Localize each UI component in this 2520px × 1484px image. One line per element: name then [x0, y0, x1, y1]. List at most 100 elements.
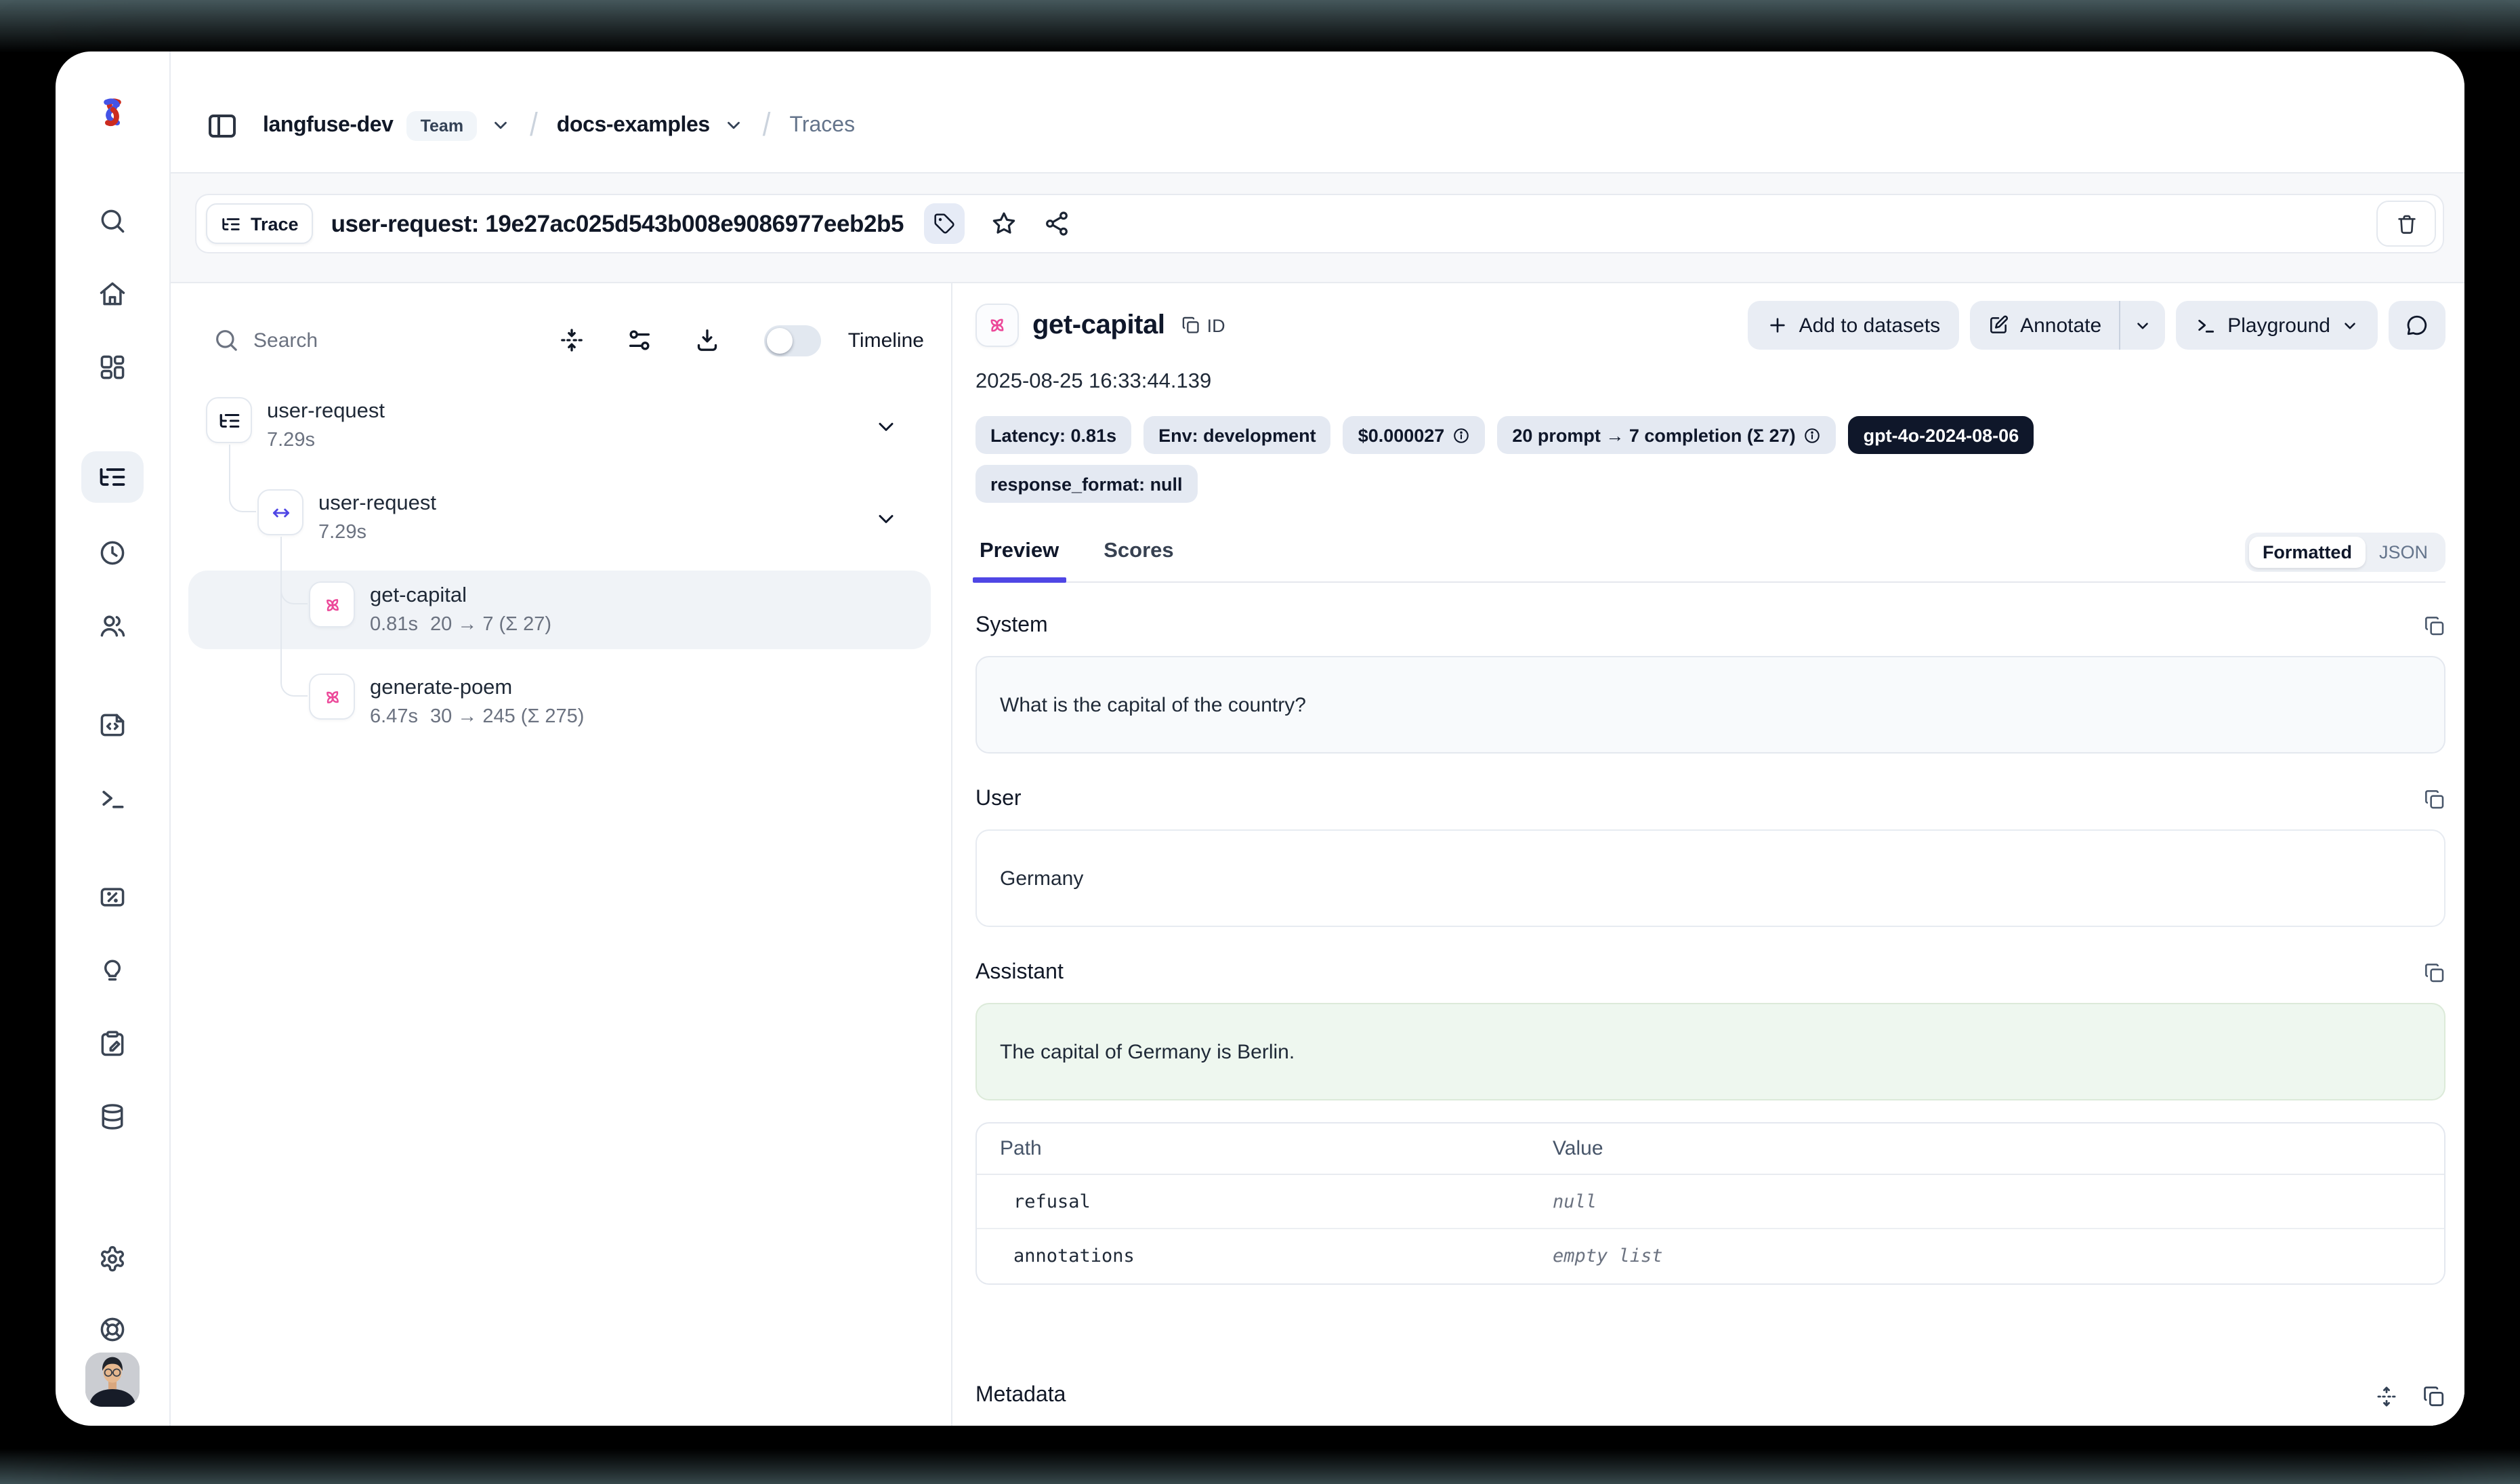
observation-detail-panel: get-capital ID Add to datasets	[952, 283, 2464, 1426]
project-type-badge: Team	[407, 110, 477, 140]
tree-settings-icon[interactable]	[626, 327, 653, 354]
tree-icon	[221, 213, 241, 234]
breadcrumb-separator: /	[757, 106, 776, 144]
chevron-down-icon[interactable]	[874, 507, 898, 531]
sidebar-item-playground[interactable]	[98, 783, 127, 813]
copy-icon[interactable]	[2424, 789, 2445, 810]
sidebar-item-dashboards[interactable]	[98, 352, 127, 382]
sidebar-toggle-icon[interactable]	[206, 109, 238, 142]
sidebar-item-users[interactable]	[98, 611, 127, 641]
trace-type-label: Trace	[251, 213, 299, 234]
info-icon	[1452, 426, 1470, 444]
expand-vertical-icon[interactable]	[2375, 1384, 2398, 1407]
tab-preview[interactable]: Preview	[975, 539, 1063, 581]
comment-icon	[2405, 313, 2429, 337]
share-icon[interactable]	[1043, 210, 1070, 237]
breadcrumb-page[interactable]: Traces	[789, 113, 855, 138]
tree-row-duration: 6.47s	[370, 703, 418, 730]
chevron-down-icon	[2341, 316, 2359, 334]
table-cell-value: null	[1553, 1191, 2444, 1212]
observation-badges: Latency: 0.81s Env: development $0.00002…	[975, 416, 2195, 503]
table-cell-path: annotations	[977, 1245, 1553, 1267]
search-icon	[213, 327, 240, 354]
tree-row-duration: 0.81s	[370, 611, 418, 638]
cost-badge[interactable]: $0.000027	[1343, 416, 1486, 454]
sidebar-item-insights[interactable]	[98, 955, 127, 985]
tree-row-duration: 7.29s	[267, 427, 315, 454]
playground-button[interactable]: Playground	[2176, 301, 2378, 350]
tree-row-span[interactable]: user-request 7.29s	[188, 478, 931, 557]
trace-title-bar: Trace user-request: 19e27ac025d543b008e9…	[195, 194, 2444, 253]
download-icon[interactable]	[694, 327, 721, 354]
model-badge[interactable]: gpt-4o-2024-08-06	[1849, 416, 2034, 454]
span-icon	[257, 489, 303, 535]
chevron-down-icon[interactable]	[874, 415, 898, 439]
tree-row-trace[interactable]: user-request 7.29s	[188, 386, 931, 465]
tree-toolbar: Timeline	[171, 313, 951, 367]
generation-icon	[975, 304, 1019, 347]
terminal-icon	[2195, 314, 2217, 336]
metadata-title: Metadata	[975, 1384, 1066, 1408]
breadcrumb-project[interactable]: langfuse-dev	[263, 113, 394, 138]
copy-id-button[interactable]: ID	[1181, 315, 1225, 335]
copy-icon[interactable]	[2424, 615, 2445, 637]
page-content: Trace user-request: 19e27ac025d543b008e9…	[171, 173, 2464, 1426]
collapse-all-icon[interactable]	[558, 327, 585, 354]
observation-tree-panel: Timeline user-request 7.29s	[171, 283, 952, 1426]
delete-trace-button[interactable]	[2376, 201, 2436, 247]
timeline-label: Timeline	[848, 329, 924, 352]
sidebar-item-home[interactable]	[98, 279, 127, 309]
observation-tree: user-request 7.29s user-request 7	[171, 386, 951, 755]
sidebar-rail	[56, 51, 171, 1426]
panels: Timeline user-request 7.29s	[171, 282, 2464, 1426]
message-content: The capital of Germany is Berlin.	[975, 1003, 2445, 1100]
tree-row-name: get-capital	[370, 581, 551, 610]
comments-button[interactable]	[2389, 301, 2445, 350]
search-input[interactable]	[253, 329, 518, 352]
detail-header: get-capital ID Add to datasets	[975, 300, 2445, 351]
sidebar-item-support[interactable]	[98, 1315, 127, 1344]
chevron-down-icon[interactable]	[490, 115, 511, 136]
tag-icon[interactable]	[924, 203, 965, 244]
message-content: What is the capital of the country?	[975, 656, 2445, 754]
tab-scores[interactable]: Scores	[1099, 539, 1177, 581]
sidebar-item-annotations[interactable]	[98, 1029, 127, 1058]
response-format-badge: response_format: null	[975, 465, 1198, 503]
table-cell-value: empty list	[1553, 1245, 2444, 1267]
section-title: Assistant	[975, 961, 1064, 985]
annotate-button[interactable]: Annotate	[1970, 301, 2119, 350]
info-icon	[1804, 426, 1822, 444]
token-usage-badge[interactable]: 20 prompt → 7 completion (Σ 27)	[1497, 416, 1836, 454]
copy-icon	[1181, 316, 1200, 335]
sidebar-item-settings[interactable]	[98, 1244, 127, 1274]
sidebar-item-sessions[interactable]	[98, 538, 127, 568]
tree-row-generation-selected[interactable]: get-capital 0.81s20 → 7 (Σ 27)	[188, 571, 931, 649]
sidebar-item-evaluations[interactable]	[98, 882, 127, 912]
breadcrumb-environment[interactable]: docs-examples	[557, 113, 710, 138]
sidebar-item-tracing[interactable]	[81, 451, 144, 503]
annotate-dropdown-chevron[interactable]	[2120, 301, 2165, 350]
add-to-datasets-button[interactable]: Add to datasets	[1748, 301, 1960, 350]
star-icon[interactable]	[990, 210, 1017, 237]
timeline-toggle[interactable]	[764, 325, 821, 356]
message-section-system: System What is the capital of the countr…	[975, 614, 2445, 754]
tree-row-name: user-request	[267, 397, 385, 426]
copy-icon[interactable]	[2422, 1384, 2445, 1407]
langfuse-logo[interactable]	[91, 51, 134, 173]
observation-title: get-capital	[1032, 310, 1165, 341]
view-toggle-formatted[interactable]: Formatted	[2249, 537, 2366, 568]
output-table: Path Value refusal null annotations empt…	[975, 1122, 2445, 1285]
copy-icon[interactable]	[2424, 962, 2445, 984]
tree-row-duration: 7.29s	[318, 519, 366, 546]
observation-timestamp: 2025-08-25 16:33:44.139	[975, 370, 2445, 394]
user-avatar[interactable]	[85, 1353, 140, 1407]
trace-icon	[206, 397, 252, 443]
section-title: User	[975, 787, 1022, 812]
view-toggle-json[interactable]: JSON	[2366, 537, 2441, 568]
sidebar-item-datasets[interactable]	[98, 1102, 127, 1132]
tree-row-generation[interactable]: generate-poem 6.47s30 → 245 (Σ 275)	[188, 663, 931, 741]
sidebar-item-prompts[interactable]	[98, 710, 127, 740]
chevron-down-icon[interactable]	[723, 115, 744, 136]
table-row: annotations empty list	[977, 1229, 2444, 1283]
sidebar-item-search[interactable]	[98, 206, 127, 236]
